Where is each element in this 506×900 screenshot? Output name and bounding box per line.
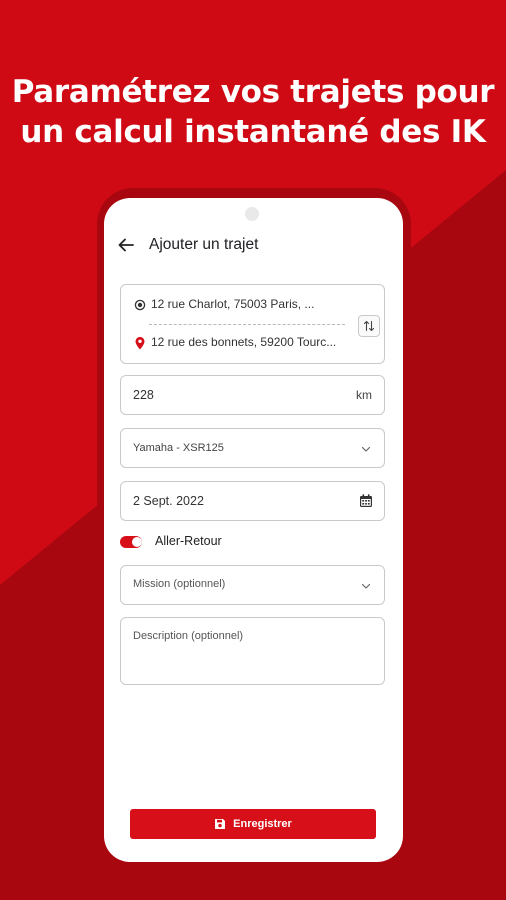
arrow-left-icon[interactable] [117, 236, 135, 254]
floppy-disk-icon [215, 819, 226, 829]
radio-dot-icon [134, 299, 146, 311]
swap-route-button[interactable] [358, 315, 380, 337]
route-divider [149, 324, 345, 325]
chevron-down-icon [361, 583, 371, 589]
page-title: Ajouter un trajet [149, 236, 259, 253]
mission-select[interactable]: Mission (optionnel) [120, 565, 385, 605]
description-textarea[interactable]: Description (optionnel) [120, 617, 385, 685]
save-button[interactable]: Enregistrer [130, 809, 376, 839]
round-trip-toggle[interactable]: Aller-Retour [120, 533, 320, 551]
mission-placeholder: Mission (optionnel) [133, 578, 226, 590]
distance-input[interactable]: 228 km [120, 375, 385, 415]
swap-vertical-icon [363, 320, 375, 332]
origin-address: 12 rue Charlot, 75003 Paris, ... [151, 297, 315, 311]
destination-field[interactable]: 12 rue des bonnets, 59200 Tourc... [121, 332, 346, 354]
headline: Paramétrez vos trajets pour un calcul in… [0, 72, 506, 152]
date-input[interactable]: 2 Sept. 2022 [120, 481, 385, 521]
vehicle-select[interactable]: Yamaha - XSR125 [120, 428, 385, 468]
calendar-icon[interactable] [358, 493, 374, 509]
distance-value: 228 [133, 388, 154, 402]
destination-address: 12 rue des bonnets, 59200 Tourc... [151, 335, 337, 349]
round-trip-label: Aller-Retour [155, 534, 222, 548]
route-card: 12 rue Charlot, 75003 Paris, ... 12 rue … [120, 284, 385, 364]
app-bar: Ajouter un trajet [104, 234, 403, 258]
front-camera [245, 207, 259, 221]
map-pin-icon [135, 336, 145, 350]
headline-line-2: un calcul instantané des IK [20, 114, 486, 150]
description-placeholder: Description (optionnel) [133, 630, 244, 642]
toggle-knob [132, 537, 142, 547]
date-value: 2 Sept. 2022 [133, 494, 204, 508]
origin-field[interactable]: 12 rue Charlot, 75003 Paris, ... [121, 294, 346, 316]
chevron-down-icon [361, 446, 371, 452]
save-label: Enregistrer [233, 818, 292, 830]
vehicle-value: Yamaha - XSR125 [133, 442, 224, 454]
distance-unit: km [356, 388, 372, 402]
phone-screen: Ajouter un trajet 12 rue Charlot, 75003 … [104, 198, 403, 862]
headline-line-1: Paramétrez vos trajets pour [11, 74, 495, 110]
